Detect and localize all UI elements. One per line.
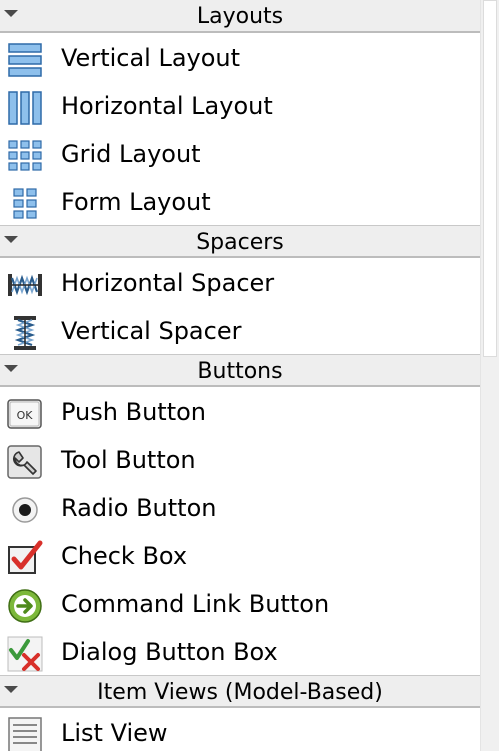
tool-button-icon <box>7 445 42 479</box>
horizontal-spacer-icon <box>8 274 42 296</box>
widget-item-dialog-button-box[interactable]: Dialog Button Box <box>0 627 480 675</box>
widget-box: Layouts Vertical Layout Horizontal Layou… <box>0 0 499 751</box>
category-title: Item Views (Model-Based) <box>97 680 383 705</box>
widget-label: Command Link Button <box>61 590 330 618</box>
category-title: Spacers <box>196 230 284 255</box>
command-link-button-icon <box>8 589 42 623</box>
form-layout-icon <box>13 188 37 219</box>
widget-label: Form Layout <box>61 188 211 216</box>
category-header-layouts[interactable]: Layouts <box>0 0 480 33</box>
category-header-spacers[interactable]: Spacers <box>0 225 480 258</box>
vertical-scrollbar[interactable] <box>480 0 499 751</box>
widget-label: Vertical Layout <box>61 44 241 72</box>
widget-label: Horizontal Layout <box>61 92 273 120</box>
widget-item-form-layout[interactable]: Form Layout <box>0 177 480 225</box>
horizontal-layout-icon <box>8 91 42 125</box>
widget-item-check-box[interactable]: Check Box <box>0 531 480 579</box>
widget-item-grid-layout[interactable]: Grid Layout <box>0 129 480 177</box>
push-button-icon: OK <box>7 399 42 429</box>
dialog-button-box-icon <box>7 636 43 672</box>
category-header-buttons[interactable]: Buttons <box>0 354 480 387</box>
category-title: Layouts <box>196 4 284 29</box>
svg-text:OK: OK <box>17 409 34 422</box>
category-header-item-views[interactable]: Item Views (Model-Based) <box>0 675 480 708</box>
check-box-icon <box>8 540 43 574</box>
widget-label: Tool Button <box>61 446 196 474</box>
widget-label: Push Button <box>61 398 206 426</box>
widget-item-push-button[interactable]: OK Push Button <box>0 387 480 435</box>
scrollbar-thumb[interactable] <box>483 0 497 357</box>
widget-item-tool-button[interactable]: Tool Button <box>0 435 480 483</box>
widget-item-vertical-spacer[interactable]: Vertical Spacer <box>0 306 480 354</box>
widget-item-list-view[interactable]: List View <box>0 708 480 751</box>
widget-item-radio-button[interactable]: Radio Button <box>0 483 480 531</box>
widget-list: Layouts Vertical Layout Horizontal Layou… <box>0 0 480 751</box>
category-title: Buttons <box>197 359 283 384</box>
list-view-icon <box>8 717 42 751</box>
widget-item-vertical-layout[interactable]: Vertical Layout <box>0 33 480 81</box>
widget-label: List View <box>61 719 168 747</box>
widget-label: Grid Layout <box>61 140 201 168</box>
widget-label: Horizontal Spacer <box>61 269 275 297</box>
widget-label: Radio Button <box>61 494 217 522</box>
widget-item-horizontal-spacer[interactable]: Horizontal Spacer <box>0 258 480 306</box>
widget-label: Vertical Spacer <box>61 317 242 345</box>
grid-layout-icon <box>8 140 42 171</box>
widget-label: Dialog Button Box <box>61 638 278 666</box>
widget-label: Check Box <box>61 542 188 570</box>
widget-item-horizontal-layout[interactable]: Horizontal Layout <box>0 81 480 129</box>
radio-button-icon <box>12 497 38 523</box>
vertical-layout-icon <box>8 43 42 77</box>
vertical-spacer-icon <box>14 316 36 350</box>
widget-item-command-link-button[interactable]: Command Link Button <box>0 579 480 627</box>
